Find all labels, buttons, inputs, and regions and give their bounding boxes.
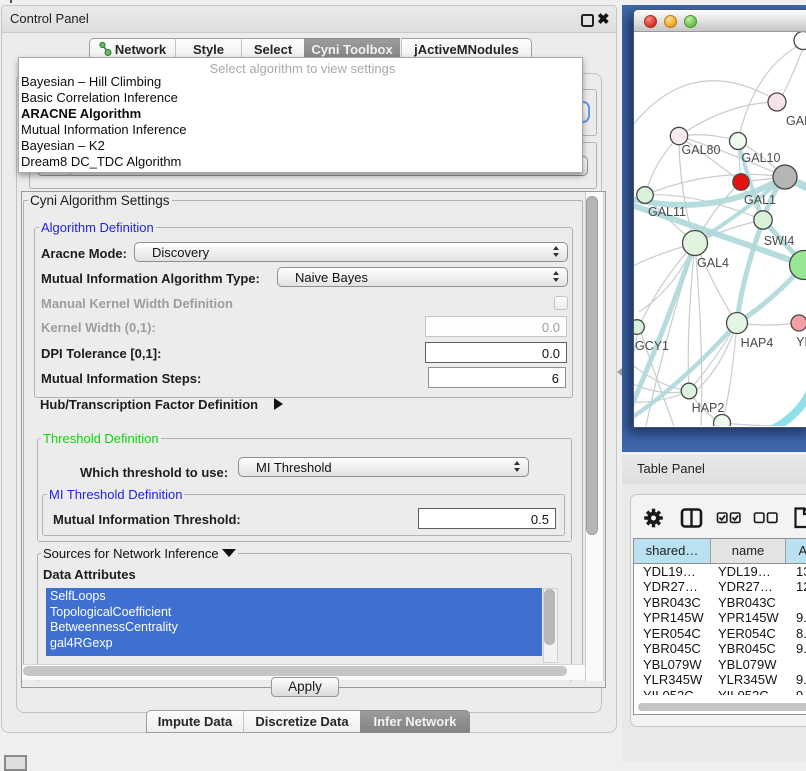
svg-text:YEL: YEL	[796, 335, 806, 349]
svg-text:GAL11: GAL11	[648, 205, 686, 219]
svg-text:GCY1: GCY1	[635, 339, 669, 353]
svg-text:GAL1: GAL1	[744, 193, 776, 207]
svg-text:HAP4: HAP4	[741, 336, 774, 350]
svg-text:GAL7: GAL7	[786, 114, 806, 128]
svg-text:HAP2: HAP2	[692, 401, 725, 415]
svg-text:GAL10: GAL10	[742, 151, 781, 165]
svg-text:GAL4: GAL4	[697, 256, 729, 270]
svg-text:SWI4: SWI4	[764, 234, 795, 248]
svg-text:GAL80: GAL80	[682, 143, 721, 157]
